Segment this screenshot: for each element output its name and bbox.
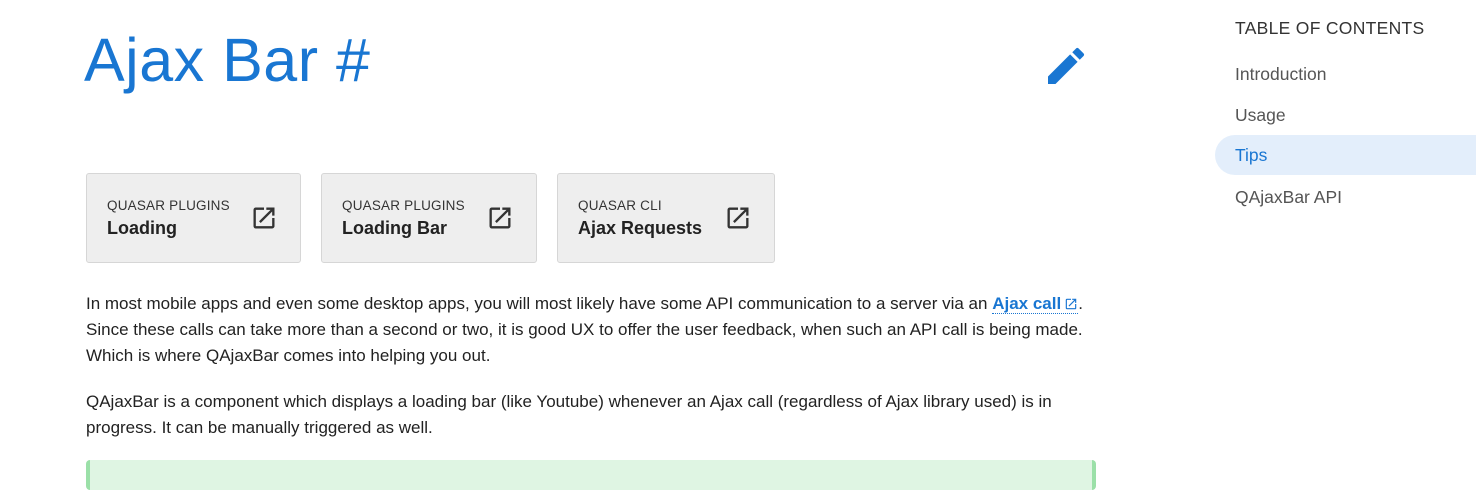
open-in-new-icon — [489, 207, 511, 229]
card-title: Loading Bar — [342, 217, 448, 238]
pencil-icon — [1048, 47, 1085, 84]
open-in-new-icon — [253, 207, 275, 229]
tip-callout — [86, 460, 1096, 490]
card-title: Loading — [107, 217, 177, 238]
toc-item-tips[interactable]: Tips — [1215, 135, 1476, 175]
card-text: QUASAR PLUGINS Loading — [107, 198, 230, 239]
toc-item-introduction[interactable]: Introduction — [1215, 54, 1476, 94]
description-paragraph: QAjaxBar is a component which displays a… — [86, 392, 1052, 437]
ajax-call-link[interactable]: Ajax call — [992, 294, 1079, 314]
open-in-new-icon — [1065, 298, 1077, 310]
related-cards: QUASAR PLUGINS Loading QUASAR PLUGINS Lo… — [86, 173, 775, 263]
intro-text-start: In most mobile apps and even some deskto… — [86, 294, 988, 313]
open-in-new-icon — [727, 207, 749, 229]
toc-item-qajaxbar-api[interactable]: QAjaxBar API — [1215, 177, 1476, 217]
related-card-loading-bar[interactable]: QUASAR PLUGINS Loading Bar — [321, 173, 537, 263]
card-category: QUASAR CLI — [578, 197, 662, 213]
page-title-text: Ajax Bar — [84, 26, 319, 94]
card-text: QUASAR PLUGINS Loading Bar — [342, 198, 465, 239]
card-text: QUASAR CLI Ajax Requests — [578, 198, 702, 239]
card-category: QUASAR PLUGINS — [107, 197, 230, 213]
ajax-call-link-label: Ajax call — [992, 294, 1062, 313]
edit-page-button[interactable] — [1040, 40, 1092, 92]
card-title: Ajax Requests — [578, 217, 703, 238]
toc-item-usage[interactable]: Usage — [1215, 95, 1476, 135]
page-title: Ajax Bar # — [84, 22, 370, 98]
toc-title: TABLE OF CONTENTS — [1235, 18, 1425, 38]
related-card-loading[interactable]: QUASAR PLUGINS Loading — [86, 173, 301, 263]
heading-anchor-link[interactable]: # — [336, 26, 370, 94]
intro-paragraph: In most mobile apps and even some deskto… — [86, 291, 1098, 369]
card-category: QUASAR PLUGINS — [342, 197, 465, 213]
related-card-ajax-requests[interactable]: QUASAR CLI Ajax Requests — [557, 173, 775, 263]
